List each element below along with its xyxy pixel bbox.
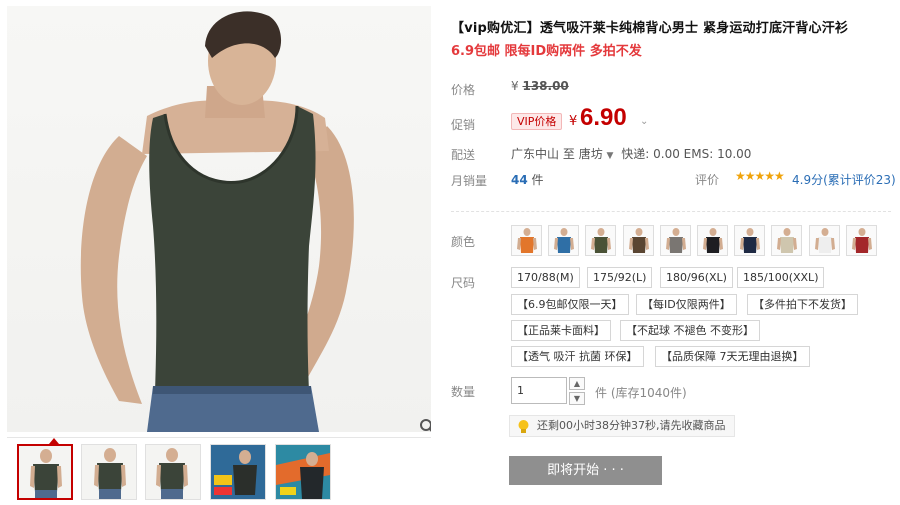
size-option-m[interactable]: 170/88(M) — [511, 267, 580, 288]
color-swatch-orange[interactable] — [511, 225, 542, 256]
chevron-down-icon[interactable]: ⌄ — [640, 116, 648, 127]
product-title: 【vip购优汇】透气吸汗莱卡纯棉背心男士 紧身运动打底汗背心汗衫 — [451, 21, 849, 36]
stock-info: 件 (库存1040件) — [595, 386, 687, 400]
main-product-image[interactable] — [7, 6, 431, 432]
promo-label: 促销 — [451, 118, 476, 132]
promo-price: 6.90 — [580, 104, 627, 131]
caret-down-icon: ▼ — [606, 151, 614, 161]
quantity-label: 数量 — [451, 385, 476, 399]
reviews-link[interactable]: (累计评价23) — [823, 173, 896, 187]
model-photo — [80, 11, 354, 432]
tag-option-3[interactable]: 【多件拍下不发货】 — [747, 294, 858, 315]
original-price-value: 138.00 — [522, 79, 569, 93]
thumbnail-strip — [7, 437, 431, 505]
monthly-sales: 44 件 — [511, 171, 544, 188]
color-swatch-white[interactable] — [808, 225, 840, 256]
rating-score[interactable]: 4.9分(累计评价23) — [792, 171, 896, 188]
tag-option-5[interactable]: 【不起球 不褪色 不变形】 — [620, 320, 760, 341]
size-option-l[interactable]: 175/92(L) — [587, 267, 653, 288]
countdown-text: 还剩00小时38分钟37秒,请先收藏商品 — [537, 419, 726, 432]
coming-soon-button[interactable]: 即将开始 · · · — [509, 456, 662, 485]
price-label: 价格 — [451, 83, 476, 97]
color-swatch-khaki[interactable] — [771, 225, 803, 256]
color-swatch-red[interactable] — [845, 225, 877, 256]
sales-count-value: 44 — [511, 173, 528, 187]
color-swatch-brown[interactable] — [622, 225, 654, 256]
rating-score-value: 4.9分 — [792, 173, 824, 187]
original-price: ¥ 138.00 — [511, 79, 569, 93]
product-subtitle: 6.9包邮 限每ID购两件 多拍不发 — [451, 44, 642, 59]
tag-option-2[interactable]: 【每ID仅限两件】 — [636, 294, 737, 315]
divider — [451, 211, 891, 212]
size-option-xxl[interactable]: 185/100(XXL) — [737, 267, 825, 288]
quantity-input[interactable] — [511, 377, 567, 404]
color-swatch-blue[interactable] — [548, 225, 580, 256]
ship-destination: 唐坊 — [578, 147, 603, 161]
color-swatch-grey[interactable] — [659, 225, 691, 256]
tag-option-4[interactable]: 【正品莱卡面料】 — [511, 320, 611, 341]
shipping-info: 广东中山 至 唐坊 ▼ 快递: 0.00 EMS: 10.00 — [511, 145, 751, 162]
tag-option-6[interactable]: 【透气 吸汗 抗菌 环保】 — [511, 346, 644, 367]
vip-price-badge: VIP价格 — [511, 113, 563, 130]
thumbnail-2[interactable] — [81, 444, 137, 500]
ship-fees: 快递: 0.00 EMS: 10.00 — [621, 147, 752, 161]
ship-from: 广东中山 — [511, 147, 560, 161]
magnifier-icon[interactable] — [419, 418, 431, 432]
sales-unit: 件 — [531, 173, 544, 187]
ship-to-word: 至 — [562, 147, 575, 161]
tag-option-7[interactable]: 【品质保障 7天无理由退换】 — [655, 346, 810, 367]
ship-to-select[interactable]: 唐坊 ▼ — [579, 147, 614, 161]
thumbnail-1[interactable] — [17, 444, 73, 500]
quantity-increase-button[interactable]: ▲ — [569, 377, 585, 390]
thumbnail-4[interactable] — [210, 444, 266, 500]
shipping-label: 配送 — [451, 148, 476, 162]
promo-currency-symbol: ¥ — [569, 114, 578, 129]
tag-option-1[interactable]: 【6.9包邮仅限一天】 — [511, 294, 629, 315]
color-swatch-black[interactable] — [697, 225, 728, 256]
rating-stars: ★★★★★ — [735, 169, 785, 183]
size-option-xl[interactable]: 180/96(XL) — [660, 267, 733, 288]
rating-label: 评价 — [695, 173, 720, 187]
color-swatch-army-green[interactable] — [585, 225, 617, 256]
currency-symbol: ¥ — [511, 79, 519, 93]
lightbulb-icon — [517, 419, 530, 434]
size-label: 尺码 — [451, 276, 476, 290]
thumbnail-3[interactable] — [145, 444, 201, 500]
color-label: 颜色 — [451, 235, 476, 249]
countdown-tip: 还剩00小时38分钟37秒,请先收藏商品 — [509, 415, 735, 437]
thumbnail-5[interactable] — [275, 444, 331, 500]
color-swatch-navy[interactable] — [734, 225, 766, 256]
monthly-sales-label: 月销量 — [451, 174, 488, 188]
quantity-decrease-button[interactable]: ▼ — [569, 392, 585, 405]
